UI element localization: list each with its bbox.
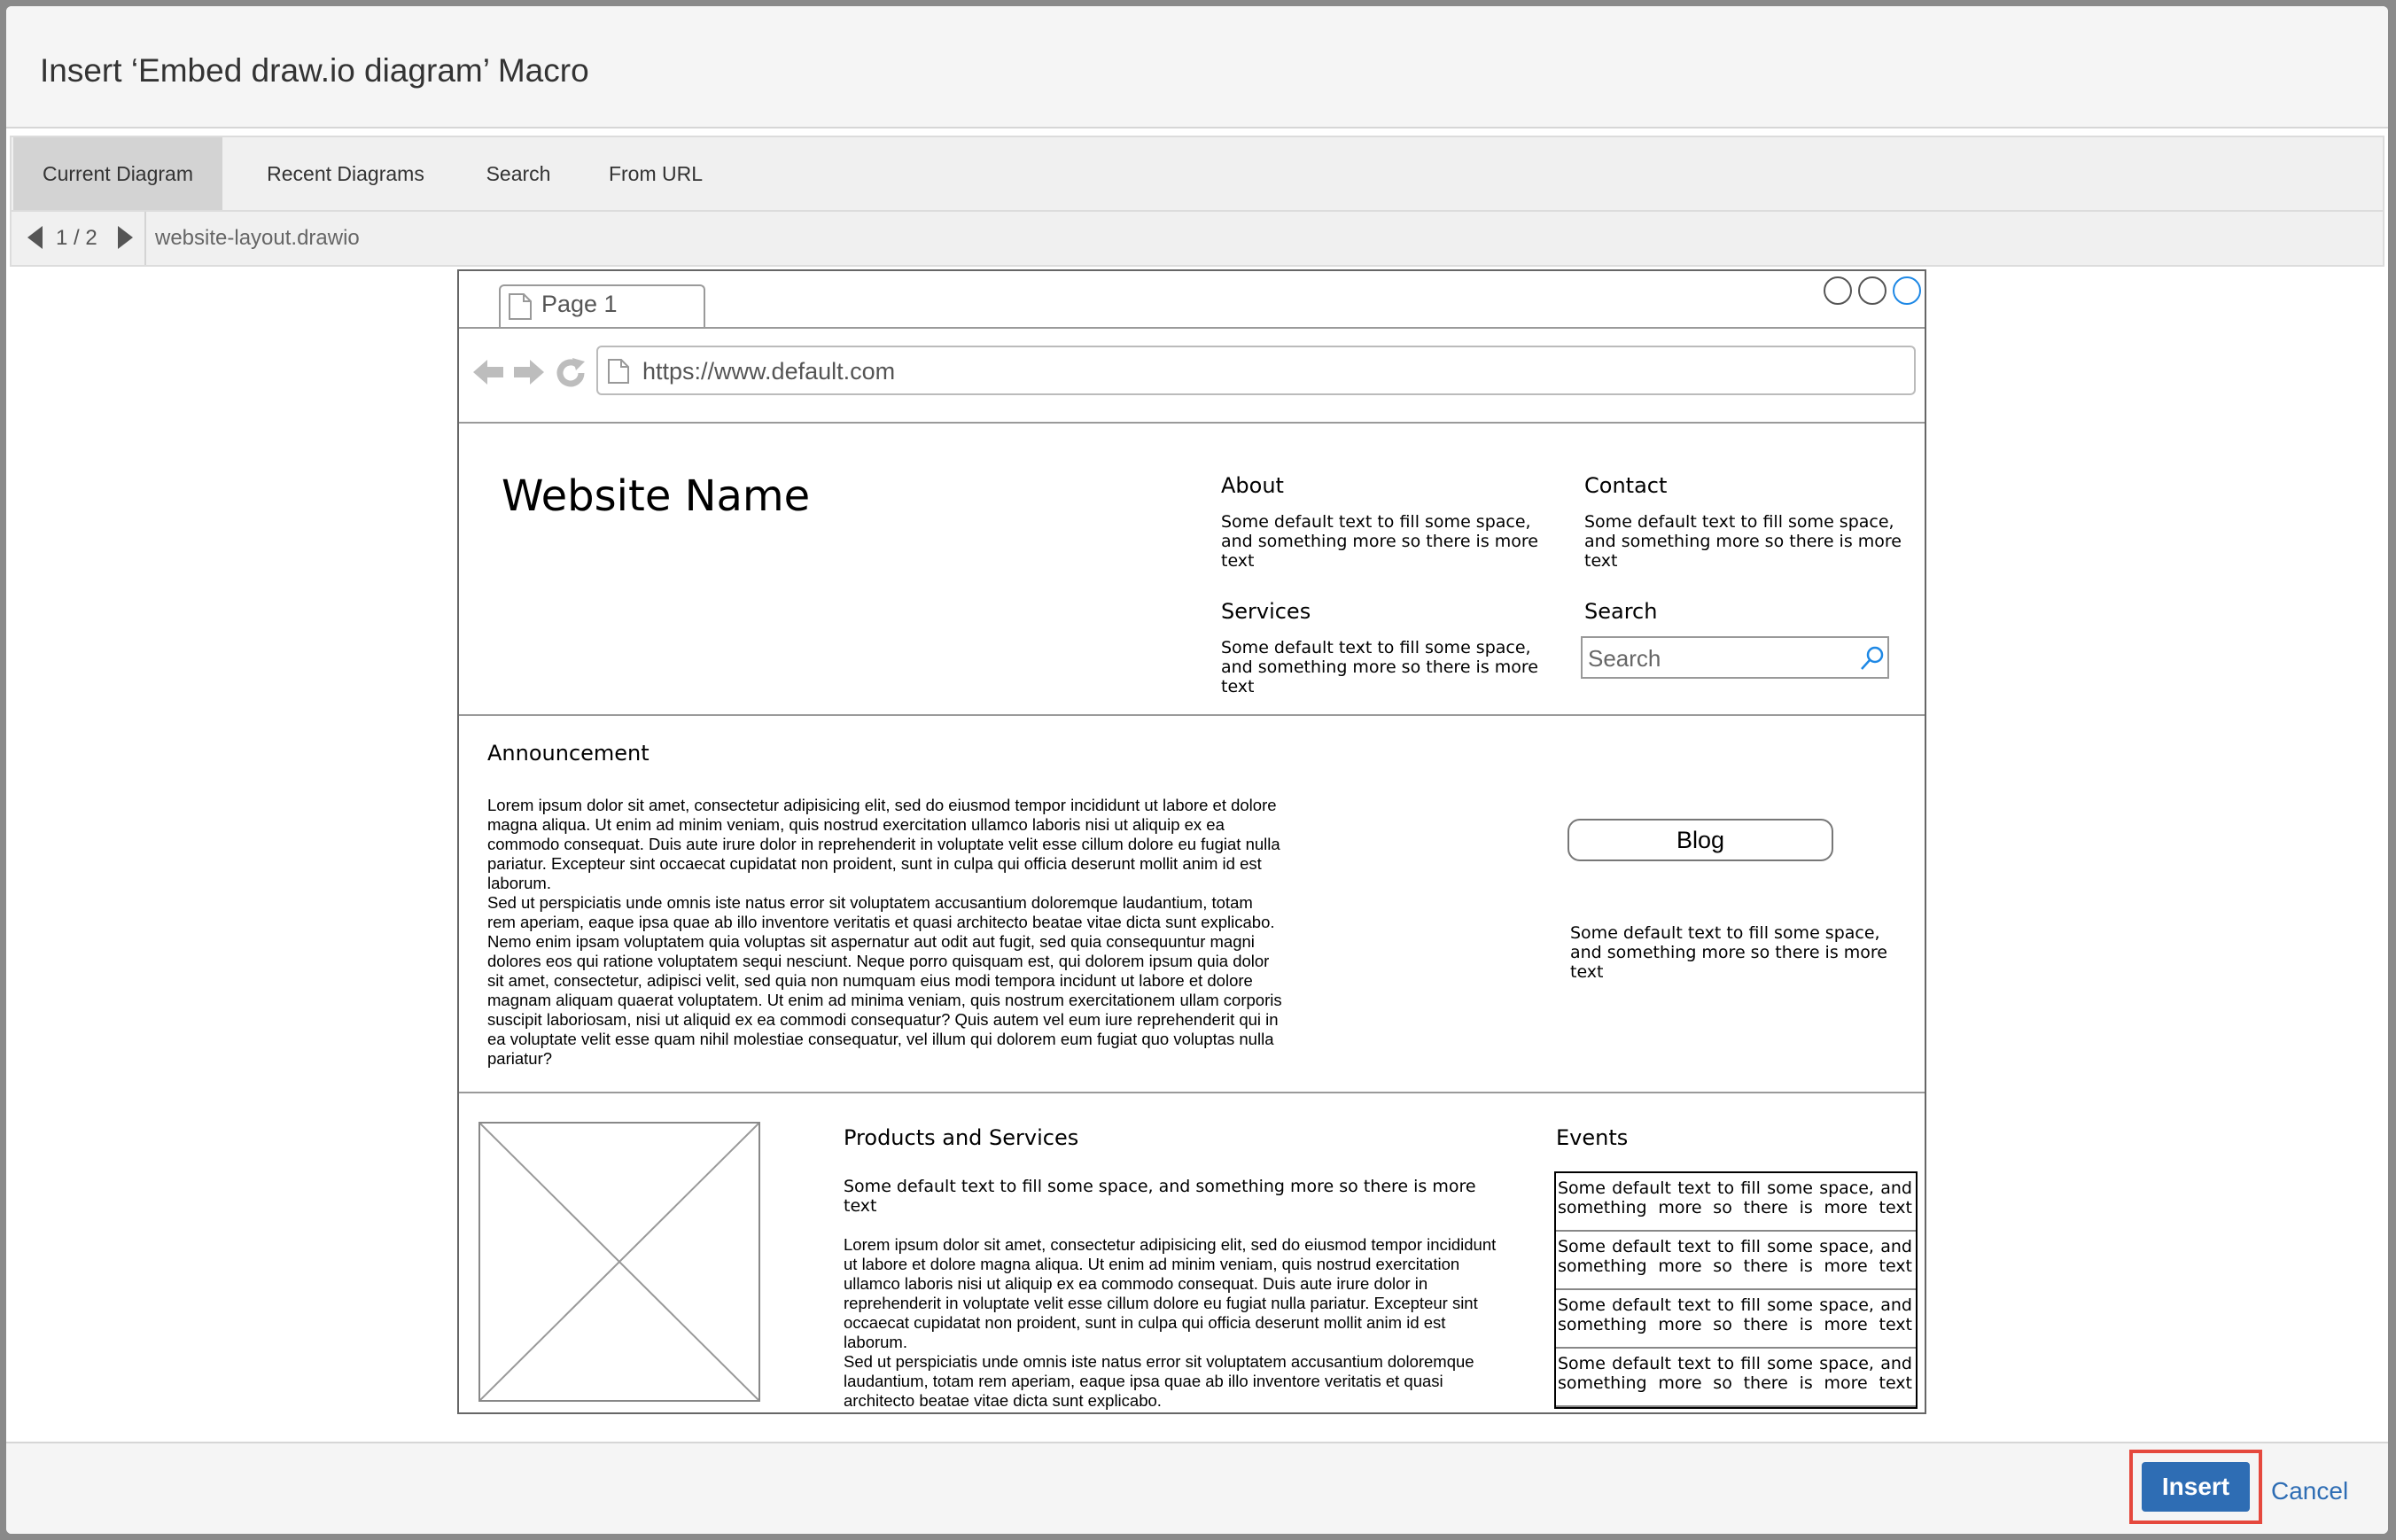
address-url: https://www.default.com [642,358,896,385]
diagram-pager: 1 / 2 website-layout.drawio [10,212,2384,267]
products-paragraph: Sed ut perspiciatis unde omnis iste natu… [844,1352,1474,1410]
image-placeholder-icon [479,1123,759,1401]
insert-button[interactable]: Insert [2142,1462,2250,1512]
events-heading: Events [1556,1125,1629,1150]
search-icon [1861,646,1884,670]
tab-search[interactable]: Search [465,137,572,210]
about-text: Some default text to fill some space, an… [1221,512,1538,571]
divider [459,1092,1925,1093]
blog-text: Some default text to fill some space, an… [1570,923,1887,982]
browser-tab-line [459,327,1925,329]
dialog-header: Insert ‘Embed draw.io diagram’ Macro [6,6,2388,128]
blog-button[interactable]: Blog [1568,819,1833,861]
previous-page-icon[interactable] [27,226,43,249]
tab-current-diagram[interactable]: Current Diagram [13,137,222,210]
tab-from-url[interactable]: From URL [598,137,713,210]
search-placeholder: Search [1588,645,1661,672]
page-count: 1 / 2 [56,226,97,250]
page-icon [509,293,532,320]
products-heading: Products and Services [844,1125,1079,1150]
list-item: Some default text to fill some space, an… [1556,1349,1916,1407]
browser-tab-label: Page 1 [541,291,618,317]
contact-heading: Contact [1584,473,1668,498]
contact-text: Some default text to fill some space, an… [1584,512,1902,571]
divider [459,714,1925,716]
insert-button-highlight: Insert [2129,1450,2262,1524]
services-text: Some default text to fill some space, an… [1221,638,1538,696]
list-item: Some default text to fill some space, an… [1556,1173,1916,1232]
refresh-icon [556,358,585,387]
announcement-heading: Announcement [487,741,650,766]
website-name: Website Name [502,471,811,521]
image-placeholder [478,1122,760,1402]
pager-divider [144,212,146,265]
back-arrow-icon [473,360,503,385]
tab-bar: Current Diagram Recent Diagrams Search F… [10,136,2384,212]
divider [459,422,1925,424]
services-heading: Services [1221,599,1311,624]
window-circle-icon [1824,276,1852,305]
tab-recent-diagrams[interactable]: Recent Diagrams [244,137,447,210]
document-icon [608,359,629,384]
insert-macro-dialog: Insert ‘Embed draw.io diagram’ Macro Cur… [6,6,2388,1534]
about-heading: About [1221,473,1284,498]
events-list: Some default text to fill some space, an… [1554,1171,1918,1409]
window-circle-icon [1893,276,1921,305]
dialog-title: Insert ‘Embed draw.io diagram’ Macro [40,52,589,89]
products-intro: Some default text to fill some space, an… [844,1177,1476,1216]
forward-arrow-icon [514,360,544,385]
list-item: Some default text to fill some space, an… [1556,1232,1916,1290]
diagram-preview[interactable]: Page 1 https://www.default.com Website N… [457,269,1926,1414]
announcement-paragraph: Lorem ipsum dolor sit amet, consectetur … [487,796,1280,892]
address-bar: https://www.default.com [596,346,1916,395]
dialog-footer [6,1442,2388,1534]
cancel-link[interactable]: Cancel [2271,1477,2348,1505]
diagram-filename: website-layout.drawio [155,226,360,250]
announcement-paragraph: Sed ut perspiciatis unde omnis iste natu… [487,893,1282,1068]
list-item: Some default text to fill some space, an… [1556,1290,1916,1349]
window-circle-icon [1858,276,1886,305]
next-page-icon[interactable] [118,226,133,249]
products-paragraph: Lorem ipsum dolor sit amet, consectetur … [844,1235,1497,1351]
search-heading: Search [1584,599,1658,624]
search-input[interactable]: Search [1581,636,1889,679]
